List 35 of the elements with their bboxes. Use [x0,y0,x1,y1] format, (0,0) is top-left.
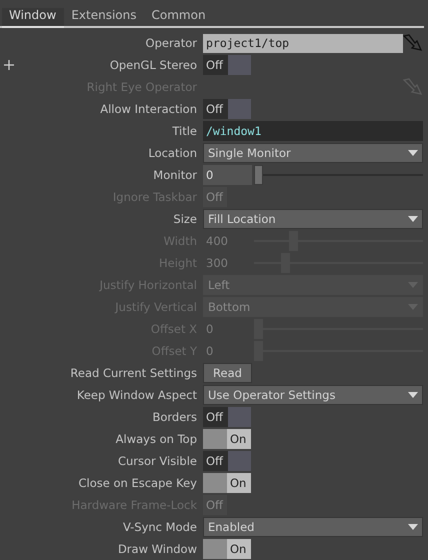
dropdown-menu[interactable]: Single Monitor [203,143,423,163]
parameter-label: Monitor [153,168,197,182]
parameter-label: Read Current Settings [70,366,197,380]
dropdown-menu[interactable]: Enabled [203,517,423,537]
tab[interactable]: Common [144,8,214,28]
parameter-label: Draw Window [118,542,197,556]
pick-arrow-icon[interactable] [403,34,423,52]
parameter-label: Always on Top [116,432,197,446]
caret-icon [408,524,418,530]
parameter-label: Location [148,146,197,160]
parameter-label: Close on Escape Key [78,476,197,490]
slider-thumb[interactable] [254,165,263,185]
parameter-label: Title [172,124,197,138]
parameter-label: Size [173,212,197,226]
caret-icon [408,216,418,222]
slider[interactable] [254,165,423,185]
plus-icon[interactable] [4,60,14,70]
caret-icon [408,392,418,398]
parameter-label: Keep Window Aspect [76,388,197,402]
tab[interactable]: Extensions [64,8,144,28]
number-field[interactable]: 0 [203,165,252,185]
read-button[interactable]: Read [203,363,252,383]
parameter-label: OpenGL Stereo [110,58,197,72]
parameter-label: Allow Interaction [100,102,197,116]
dropdown-menu[interactable]: Use Operator Settings [203,385,423,405]
parameter-label: Cursor Visible [118,454,197,468]
parameter-label: Operator [146,36,197,50]
parameter-label: Borders [152,410,197,424]
dropdown-menu[interactable]: Fill Location [203,209,423,229]
tab[interactable]: Window [2,8,64,28]
operator-field[interactable]: project1/top [203,34,403,52]
parameter-label: V-Sync Mode [122,520,197,534]
pick-arrow-icon[interactable] [403,78,423,96]
title-field[interactable]: /window1 [203,121,423,141]
caret-icon [408,150,418,156]
